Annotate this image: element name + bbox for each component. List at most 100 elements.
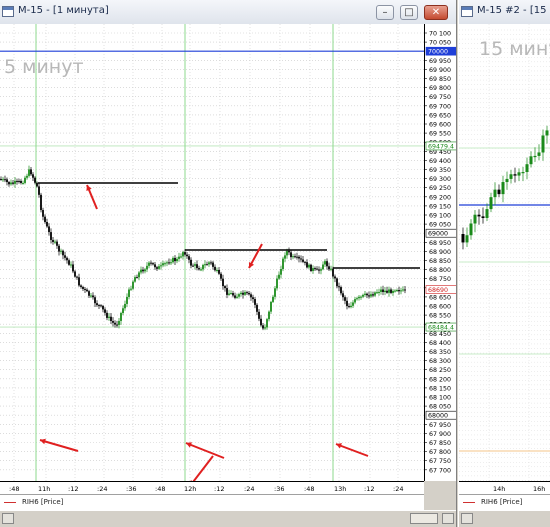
red-arrow-shaft — [192, 455, 214, 481]
scroll-left-button[interactable] — [2, 513, 14, 524]
candle-body — [186, 254, 188, 257]
candle-body — [497, 189, 501, 195]
chart-window-1min[interactable]: M-15 - [1 минута] – □ ✕ 5 минут 70 100 70… — [0, 0, 457, 527]
candle-body — [356, 298, 358, 300]
candle-body — [190, 259, 192, 266]
candle-body — [266, 319, 268, 328]
candle-body — [204, 264, 206, 266]
candle-body — [232, 293, 234, 296]
chart-window-15min[interactable]: M-15 #2 - [15 минут] 15 мину 14h 16h RIH6… — [458, 0, 550, 527]
price-tick-label: 69 700 — [429, 103, 451, 110]
price-axis[interactable]: 70 100 70 050 69 950 69 900 69 850 69 800 69 7… — [424, 24, 457, 481]
candle-body — [2, 179, 4, 181]
candle-body — [210, 262, 212, 264]
scroll-right-button[interactable] — [442, 513, 454, 524]
candle-body — [278, 274, 280, 279]
candle-body — [260, 318, 262, 326]
candle-body — [154, 264, 156, 268]
scroll-thumb[interactable] — [410, 513, 438, 524]
price-tick-label: 68 100 — [429, 395, 451, 402]
candle-body — [244, 292, 246, 295]
candle-body — [330, 268, 332, 270]
window-title: M-15 #2 - [15 минут] — [477, 5, 550, 16]
candle-body — [26, 175, 28, 178]
price-tick-label: 68 150 — [429, 385, 451, 392]
candle-body — [230, 293, 232, 295]
candle-body — [50, 232, 52, 240]
price-tick-label: 69 200 — [429, 194, 451, 201]
candle-body — [216, 270, 218, 272]
candle-body — [118, 320, 120, 325]
candle-body — [140, 269, 142, 273]
time-tick-label: :24 — [97, 485, 107, 493]
candle-body — [84, 288, 86, 290]
candle-body — [280, 268, 282, 275]
candle-body — [150, 262, 152, 264]
time-axis[interactable]: :48 11h:12:24:36:48 12h:12:24:36:48 13h:12:… — [0, 481, 424, 494]
candle-body — [234, 295, 236, 298]
candle-body — [238, 294, 240, 297]
window-title-bar[interactable]: M-15 - [1 минута] – □ ✕ — [0, 0, 456, 25]
candle-body — [292, 256, 294, 258]
candle-body — [284, 255, 286, 259]
candle-body — [224, 286, 226, 289]
candle-body — [477, 214, 481, 217]
candle-body — [396, 289, 398, 291]
price-tick-label: 69 100 — [429, 213, 451, 220]
candle-body — [102, 305, 104, 310]
time-axis[interactable]: 14h 16h — [459, 481, 550, 494]
price-tick-label: 68 350 — [429, 349, 451, 356]
candle-body — [505, 178, 509, 183]
time-tick-label: :12 — [364, 485, 374, 493]
candle-body — [400, 290, 402, 292]
candle-body — [94, 297, 96, 304]
candle-body — [360, 296, 362, 298]
candle-body — [182, 252, 184, 257]
candle-body — [252, 297, 254, 300]
candle-body — [509, 174, 513, 179]
candle-body — [398, 289, 400, 292]
candle-body — [300, 258, 302, 260]
candle-body — [314, 268, 316, 270]
candle-body — [160, 265, 162, 267]
candle-body — [394, 290, 396, 292]
candle-body — [302, 259, 304, 262]
candle-body — [388, 289, 390, 293]
candle-body — [248, 292, 250, 295]
candle-body — [82, 286, 84, 289]
candle-body — [198, 268, 200, 270]
time-tick-label: 13h — [334, 485, 346, 493]
price-tick-label: 69 800 — [429, 85, 451, 92]
candle-body — [174, 257, 176, 262]
close-button[interactable]: ✕ — [424, 5, 448, 20]
candle-body — [38, 186, 40, 195]
price-tick-label: 67 850 — [429, 440, 451, 447]
scroll-left-button[interactable] — [461, 513, 473, 524]
price-chart-area[interactable] — [459, 24, 550, 481]
price-marker-label: 68484.4 — [428, 325, 454, 332]
price-tick-label: 67 800 — [429, 449, 451, 456]
candle-body — [200, 269, 202, 271]
candle-body — [90, 295, 92, 297]
maximize-button[interactable]: □ — [400, 5, 418, 20]
candle-body — [144, 269, 146, 272]
price-tick-label: 68 750 — [429, 276, 451, 283]
price-tick-label: 68 450 — [429, 331, 451, 338]
price-chart-area[interactable] — [0, 24, 424, 481]
candle-body — [242, 292, 244, 295]
time-tick-label: 12h — [184, 485, 196, 493]
window-title-bar[interactable]: M-15 #2 - [15 минут] — [459, 0, 550, 25]
price-tick-label: 68 800 — [429, 267, 451, 274]
candle-body — [86, 289, 88, 292]
minimize-button[interactable]: – — [376, 5, 394, 20]
price-tick-label: 67 950 — [429, 422, 451, 429]
horizontal-scrollbar[interactable] — [0, 510, 456, 527]
candle-body — [188, 256, 190, 260]
candle-body — [114, 322, 116, 325]
series-color-swatch — [463, 502, 475, 503]
horizontal-scrollbar[interactable] — [459, 510, 550, 527]
candle-body — [296, 256, 298, 258]
chart-legend: RIH6 [Price] — [0, 494, 424, 510]
price-tick-label: 70 100 — [429, 31, 451, 38]
candle-body — [208, 262, 210, 265]
